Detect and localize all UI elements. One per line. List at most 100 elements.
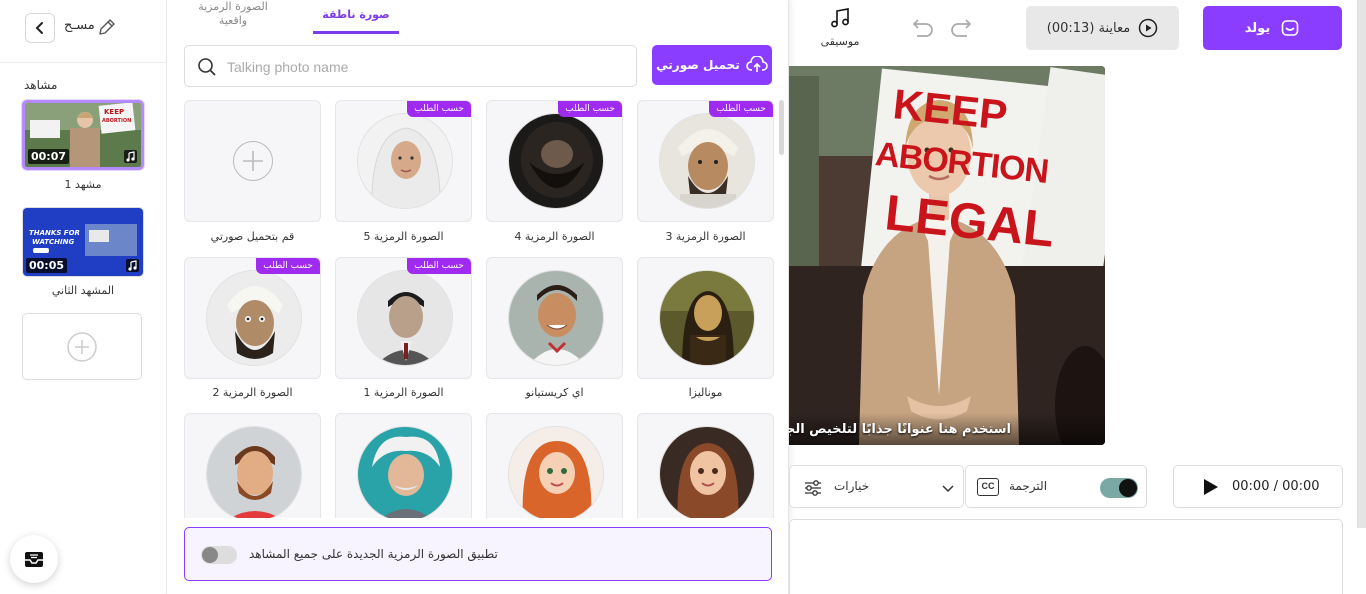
panel-scrollbar[interactable] (779, 100, 784, 155)
closed-caption-icon: CC (977, 478, 999, 496)
scene-label-1: مشهد 1 (64, 178, 102, 191)
tab-label: صورة ناطقة (322, 8, 390, 21)
music-note-icon (124, 150, 137, 163)
cloud-upload-icon (746, 56, 768, 72)
play-icon[interactable] (1200, 477, 1220, 497)
subtitle-toggle[interactable] (1100, 478, 1138, 498)
apply-all-scenes-row: تطبيق الصورة الرمزية الجديدة على جميع ال… (184, 527, 772, 581)
custom-badge: حسب الطلب (407, 101, 471, 117)
avatar-card[interactable] (486, 257, 623, 379)
avatar-card-label: قم بتحميل صورتي (210, 230, 295, 243)
scene-label-2: المشهد الثاني (51, 284, 115, 297)
time-display: 00:00 / 00:00 (1232, 479, 1320, 494)
tab-realistic-avatar[interactable]: الصورة الرمزية واقعية (189, 0, 277, 34)
avatar-einstein-image (357, 426, 453, 518)
search-box (184, 45, 637, 87)
avatar-card-label: الصورة الرمزية 1 (363, 386, 444, 399)
redo-icon[interactable] (948, 16, 976, 42)
undo-icon[interactable] (908, 16, 936, 42)
avatar-1-image (357, 270, 453, 366)
avatar-3-image (659, 113, 755, 209)
mona-lisa-image (659, 270, 755, 366)
avatar-redhead-image (508, 426, 604, 518)
custom-badge: حسب الطلب (558, 101, 622, 117)
subtitle-label: الترجمة (1009, 479, 1048, 493)
avatar-card[interactable]: حسب الطلب (335, 100, 472, 222)
upload-photo-button[interactable]: تحميل صورتي (652, 45, 772, 85)
scenes-title: مشاهد (24, 78, 58, 92)
player-control: 00:00 / 00:00 (1173, 465, 1343, 508)
inbox-icon (25, 552, 43, 567)
music-button[interactable]: موسيقى (816, 6, 864, 50)
project-name[interactable]: مسـح (64, 18, 95, 33)
avatar-card[interactable]: حسب الطلب (184, 257, 321, 379)
scene-duration: 00:07 (28, 149, 70, 164)
avatar-messi-image (206, 426, 302, 518)
cristiano-image (508, 270, 604, 366)
toggle-knob (202, 547, 218, 563)
chevron-down-icon (942, 485, 954, 493)
caption-text[interactable]: استخدم هنا عنوانًا جذابًا لتلخيص الجانب (789, 422, 1011, 437)
custom-badge: حسب الطلب (256, 258, 320, 274)
avatar-card-label: الصورة الرمزية 4 (514, 230, 595, 243)
svg-text:ABORTION: ABORTION (102, 118, 131, 124)
scene-duration: 00:05 (26, 258, 68, 273)
search-input[interactable] (227, 56, 627, 78)
upload-my-photo-card[interactable] (184, 100, 321, 222)
plus-circle-icon (67, 331, 97, 362)
svg-text:WATCHING: WATCHING (32, 238, 74, 246)
back-button[interactable] (25, 13, 55, 43)
avatar-card-label: الصورة الرمزية 5 (363, 230, 444, 243)
search-icon (198, 58, 216, 76)
tab-talking-photo[interactable]: صورة ناطقة (313, 0, 399, 34)
upload-button-label: تحميل صورتي (656, 58, 740, 72)
music-note-icon (126, 259, 139, 272)
tab-label: الصورة الرمزية واقعية (198, 0, 268, 27)
add-scene-button[interactable] (22, 313, 142, 380)
avatar-card[interactable] (637, 413, 774, 518)
chevron-left-icon (35, 22, 43, 34)
script-editor[interactable] (789, 519, 1343, 594)
options-dropdown[interactable]: خيارات (789, 465, 964, 508)
page-scrollbar[interactable] (1357, 0, 1366, 528)
sliders-icon (805, 480, 821, 496)
music-note-icon (831, 8, 849, 28)
custom-badge: حسب الطلب (407, 258, 471, 274)
avatar-card[interactable]: حسب الطلب (486, 100, 623, 222)
apply-all-label: تطبيق الصورة الرمزية الجديدة على جميع ال… (249, 547, 498, 561)
avatar-5-image (357, 113, 453, 209)
avatar-card[interactable] (184, 413, 321, 518)
avatar-card[interactable] (486, 413, 623, 518)
avatar-card[interactable] (335, 413, 472, 518)
generate-button[interactable]: يولد (1203, 6, 1342, 50)
avatar-card[interactable] (637, 257, 774, 379)
chat-support-button[interactable] (10, 535, 58, 583)
video-export-icon (1281, 20, 1299, 36)
svg-text:KEEP: KEEP (104, 108, 124, 116)
avatar-4-image (508, 113, 604, 209)
avatar-card-label: الصورة الرمزية 3 (665, 230, 746, 243)
avatar-card[interactable]: حسب الطلب (637, 100, 774, 222)
options-label: خيارات (834, 479, 870, 493)
avatar-card-label: الصورة الرمزية 2 (212, 386, 293, 399)
avatar-card-label: موناليزا (688, 386, 723, 399)
video-preview[interactable]: KEEP ABORTION LEGAL استخدم هنا عنوانًا ج… (789, 66, 1105, 445)
apply-all-toggle[interactable] (201, 546, 237, 564)
avatar-cartoon-girl-image (659, 426, 755, 518)
preview-label: معاينة (00:13) (1046, 20, 1131, 36)
custom-badge: حسب الطلب (709, 101, 773, 117)
subtitle-control: CC الترجمة (965, 465, 1147, 508)
play-circle-icon (1138, 18, 1158, 38)
caption-bar: استخدم هنا عنوانًا جذابًا لتلخيص الجانب (789, 413, 1105, 445)
avatar-panel: الصورة الرمزية واقعية صورة ناطقة تحميل ص… (167, 0, 789, 594)
scene-thumbnail-2[interactable]: THANKS FOR WATCHING 00:05 (22, 207, 144, 277)
avatar-card[interactable]: حسب الطلب (335, 257, 472, 379)
avatar-card-label: اي كريستيانو (525, 386, 584, 399)
pencil-icon[interactable] (96, 16, 118, 38)
plus-icon (233, 141, 273, 181)
preview-button[interactable]: معاينة (00:13) (1026, 6, 1179, 50)
avatar-2-image (206, 270, 302, 366)
svg-text:THANKS FOR: THANKS FOR (29, 229, 80, 237)
scene-thumbnail-1[interactable]: KEEP ABORTION 00:07 (22, 100, 144, 170)
divider (0, 62, 167, 63)
